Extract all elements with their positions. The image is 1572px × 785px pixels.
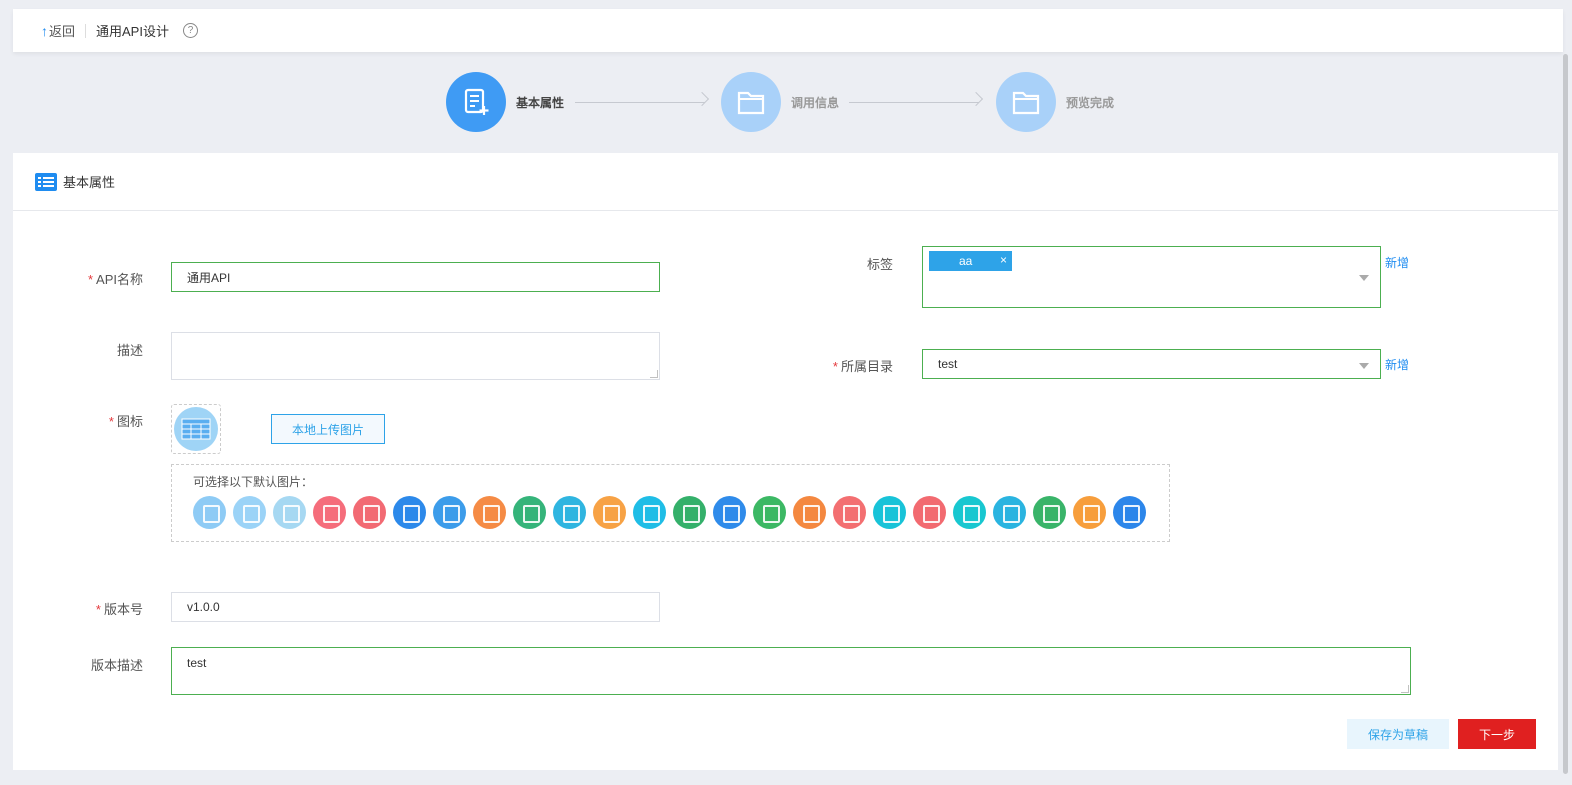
tags-label: 标签 <box>866 257 893 272</box>
api-name-label: * API名称 <box>87 272 143 287</box>
default-icon-option[interactable] <box>833 496 866 529</box>
default-icon-option[interactable] <box>673 496 706 529</box>
step-preview: 预览完成 <box>996 72 1114 132</box>
arrow-right-icon <box>694 91 710 107</box>
default-icon-option[interactable] <box>513 496 546 529</box>
folder-icon <box>721 72 781 132</box>
icon-label: * 图标 <box>108 414 143 429</box>
back-button[interactable]: ↑ 返回 <box>41 21 75 40</box>
directory-select[interactable]: test <box>922 349 1381 379</box>
next-step-button[interactable]: 下一步 <box>1458 719 1536 749</box>
default-icon-option[interactable] <box>313 496 346 529</box>
description-textarea[interactable] <box>171 332 660 380</box>
form-card: 基本属性 * API名称 通用API 描述 * 图标 本地上传图片 可选择以下默认图… <box>13 153 1558 770</box>
default-icon-option[interactable] <box>593 496 626 529</box>
version-label: * 版本号 <box>95 602 143 617</box>
default-icon-option[interactable] <box>753 496 786 529</box>
default-icon-option[interactable] <box>393 496 426 529</box>
default-icons-list <box>193 496 1146 529</box>
chevron-down-icon <box>1359 363 1369 369</box>
default-icons-panel: 可选择以下默认图片： <box>171 464 1170 542</box>
section-header: 基本属性 <box>13 153 1558 211</box>
default-icon-option[interactable] <box>913 496 946 529</box>
tags-select[interactable]: aa × <box>922 246 1381 308</box>
default-icon-option[interactable] <box>1073 496 1106 529</box>
default-icon-option[interactable] <box>1033 496 1066 529</box>
divider <box>85 23 87 38</box>
edit-document-icon <box>446 72 506 132</box>
add-tag-link[interactable]: 新增 <box>1385 254 1409 271</box>
default-icon-option[interactable] <box>1113 496 1146 529</box>
default-icon-option[interactable] <box>793 496 826 529</box>
default-icon-option[interactable] <box>353 496 386 529</box>
default-icon-option[interactable] <box>273 496 306 529</box>
default-icons-title: 可选择以下默认图片： <box>193 475 314 489</box>
step-indicator: 基本属性 调用信息 预览完成 <box>0 72 1572 134</box>
save-draft-button[interactable]: 保存为草稿 <box>1347 719 1449 749</box>
arrow-right-icon <box>968 91 984 107</box>
directory-label: * 所属目录 <box>832 359 893 374</box>
step-label: 基本属性 <box>516 95 565 110</box>
version-desc-label: 版本描述 <box>90 658 143 673</box>
list-icon <box>35 172 57 191</box>
default-icon-option[interactable] <box>713 496 746 529</box>
default-icon-option[interactable] <box>633 496 666 529</box>
version-input[interactable]: v1.0.0 <box>171 592 660 622</box>
up-arrow-icon: ↑ <box>41 22 48 39</box>
step-call-info: 调用信息 <box>721 72 839 132</box>
version-desc-textarea[interactable]: test <box>171 647 1411 695</box>
section-title: 基本属性 <box>63 175 116 190</box>
default-icon-option[interactable] <box>233 496 266 529</box>
default-icon-option[interactable] <box>433 496 466 529</box>
back-label: 返回 <box>49 24 76 39</box>
step-basic: 基本属性 <box>446 72 564 132</box>
step-connector <box>849 102 979 103</box>
add-directory-link[interactable]: 新增 <box>1385 356 1409 373</box>
scrollbar[interactable] <box>1563 54 1568 774</box>
description-label: 描述 <box>116 343 143 358</box>
chevron-down-icon <box>1359 275 1369 281</box>
tag-chip: aa × <box>929 251 1012 271</box>
default-icon-option[interactable] <box>553 496 586 529</box>
default-icon-option[interactable] <box>873 496 906 529</box>
api-name-input[interactable]: 通用API <box>171 262 660 292</box>
default-icon-option[interactable] <box>953 496 986 529</box>
top-bar: ↑ 返回 通用API设计 ? <box>13 9 1563 52</box>
table-icon <box>174 407 218 451</box>
step-label: 预览完成 <box>1066 95 1115 110</box>
page-title: 通用API设计 <box>96 24 169 39</box>
default-icon-option[interactable] <box>993 496 1026 529</box>
close-icon[interactable]: × <box>1000 253 1007 267</box>
step-label: 调用信息 <box>791 95 840 110</box>
help-icon[interactable]: ? <box>182 23 198 38</box>
default-icon-option[interactable] <box>473 496 506 529</box>
folder-icon <box>996 72 1056 132</box>
upload-image-button[interactable]: 本地上传图片 <box>271 414 385 444</box>
step-connector <box>575 102 705 103</box>
selected-icon-preview[interactable] <box>171 404 221 454</box>
default-icon-option[interactable] <box>193 496 226 529</box>
